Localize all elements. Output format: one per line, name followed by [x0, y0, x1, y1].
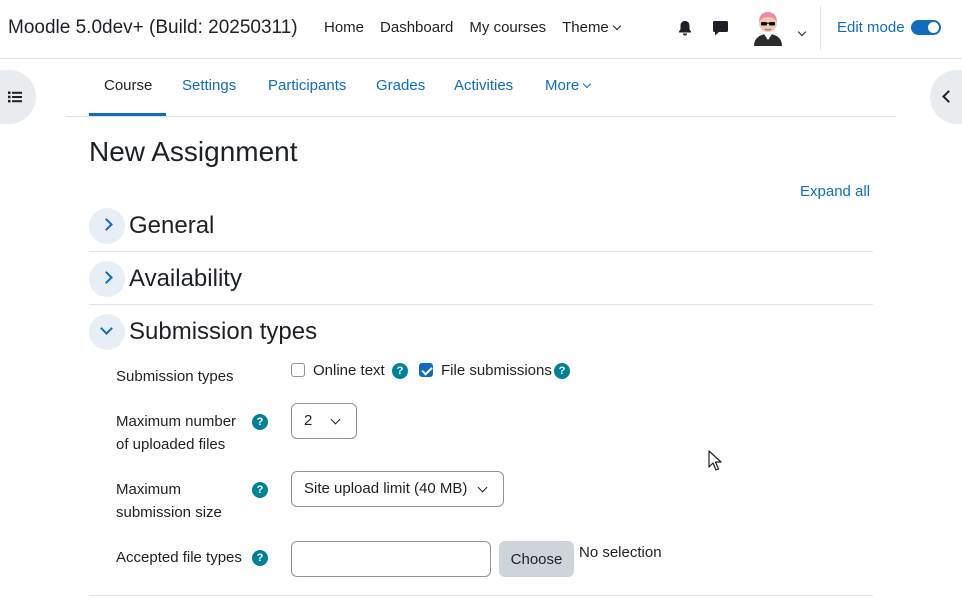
tab-participants[interactable]: Participants: [268, 77, 346, 94]
max-files-help-icon[interactable]: ?: [252, 414, 268, 430]
section-submission-types-title[interactable]: Submission types: [129, 318, 317, 346]
file-types-help-icon[interactable]: ?: [252, 550, 268, 566]
chevron-right-icon: [100, 218, 113, 231]
online-text-help-icon[interactable]: ?: [392, 363, 408, 379]
list-icon: [8, 91, 22, 103]
block-drawer-toggle[interactable]: [930, 70, 962, 124]
primary-navigation: Home Dashboard My courses Theme: [324, 19, 636, 36]
nav-my-courses[interactable]: My courses: [469, 19, 546, 36]
nav-my-courses-label: My courses: [469, 19, 547, 36]
site-brand[interactable]: Moodle 5.0dev+ (Build: 20250311): [8, 17, 298, 39]
tab-more-label: More: [545, 77, 580, 94]
section-availability: Availability: [89, 261, 873, 305]
tab-activities[interactable]: Activities: [454, 77, 513, 94]
section-general-header[interactable]: General: [89, 208, 873, 252]
edit-mode-label[interactable]: Edit mode: [837, 19, 905, 36]
nav-dashboard-label: Dashboard: [380, 19, 454, 36]
top-navbar: Moodle 5.0dev+ (Build: 20250311) Home Da…: [0, 0, 962, 59]
file-types-label: Accepted file types: [116, 549, 242, 566]
max-size-help-icon[interactable]: ?: [252, 482, 268, 498]
section-submission-types: Submission types: [89, 314, 873, 358]
secondary-navigation: Course Settings Participants Grades Acti…: [66, 59, 896, 117]
max-size-label-line1: Maximum: [116, 481, 182, 498]
edit-mode-toggle[interactable]: [911, 20, 941, 35]
chat-icon[interactable]: [712, 20, 729, 36]
section-submission-types-header[interactable]: Submission types: [89, 314, 873, 358]
nav-dashboard[interactable]: Dashboard: [380, 19, 453, 36]
section-divider: [89, 595, 873, 596]
chevron-left-icon: [942, 90, 955, 103]
nav-home[interactable]: Home: [324, 19, 364, 36]
chevron-down-icon: [330, 414, 341, 425]
chevron-right-icon: [100, 271, 113, 284]
file-submissions-checkbox[interactable]: [419, 363, 433, 377]
file-submissions-help-icon[interactable]: ?: [554, 363, 570, 379]
bell-icon[interactable]: [677, 20, 693, 37]
course-index-drawer-toggle[interactable]: [0, 70, 36, 124]
chevron-down-icon: [612, 21, 622, 30]
section-availability-title[interactable]: Availability: [129, 265, 242, 293]
tab-course[interactable]: Course: [104, 77, 152, 94]
max-files-label: Maximum number of uploaded files: [116, 410, 236, 456]
tab-more[interactable]: More: [545, 77, 592, 94]
active-tab-indicator: [89, 113, 166, 116]
tab-settings[interactable]: Settings: [182, 77, 236, 94]
online-text-label[interactable]: Online text: [313, 362, 385, 379]
section-general-title[interactable]: General: [129, 212, 214, 240]
max-size-select[interactable]: Site upload limit (40 MB): [291, 471, 504, 507]
user-avatar[interactable]: [752, 10, 784, 46]
tab-grades[interactable]: Grades: [376, 77, 425, 94]
file-submissions-label[interactable]: File submissions: [441, 362, 552, 379]
section-general-toggle[interactable]: [89, 208, 125, 244]
max-files-label-line1: Maximum number: [116, 413, 237, 430]
max-size-selected-value: Site upload limit (40 MB): [304, 480, 468, 497]
max-size-label: Maximum submission size: [116, 478, 222, 524]
max-files-select[interactable]: 2: [291, 403, 357, 439]
online-text-checkbox[interactable]: [291, 363, 305, 377]
max-files-selected-value: 2: [304, 412, 313, 429]
chevron-down-icon: [477, 482, 488, 493]
max-size-label-line2: submission size: [116, 504, 222, 521]
nav-theme-dropdown[interactable]: Theme: [562, 19, 622, 36]
chevron-down-icon: [100, 322, 113, 335]
section-availability-header[interactable]: Availability: [89, 261, 873, 305]
file-types-selection-status: No selection: [579, 544, 662, 561]
mouse-cursor-icon: [708, 450, 722, 471]
section-divider: [89, 251, 873, 252]
section-general: General: [89, 208, 873, 252]
chevron-down-icon: [582, 79, 592, 88]
submission-types-label: Submission types: [116, 368, 234, 385]
user-menu-chevron-down-icon[interactable]: [794, 22, 807, 39]
nav-theme-label: Theme: [562, 19, 609, 36]
nav-home-label: Home: [324, 19, 365, 36]
section-divider: [89, 304, 873, 305]
file-types-input[interactable]: [291, 541, 491, 577]
navbar-divider: [820, 6, 821, 50]
expand-all-link[interactable]: Expand all: [800, 183, 870, 200]
max-files-label-line2: of uploaded files: [116, 436, 226, 453]
section-availability-toggle[interactable]: [89, 261, 125, 297]
page-title: New Assignment: [89, 136, 298, 167]
choose-file-types-button[interactable]: Choose: [499, 541, 574, 577]
section-submission-types-toggle[interactable]: [89, 314, 125, 350]
